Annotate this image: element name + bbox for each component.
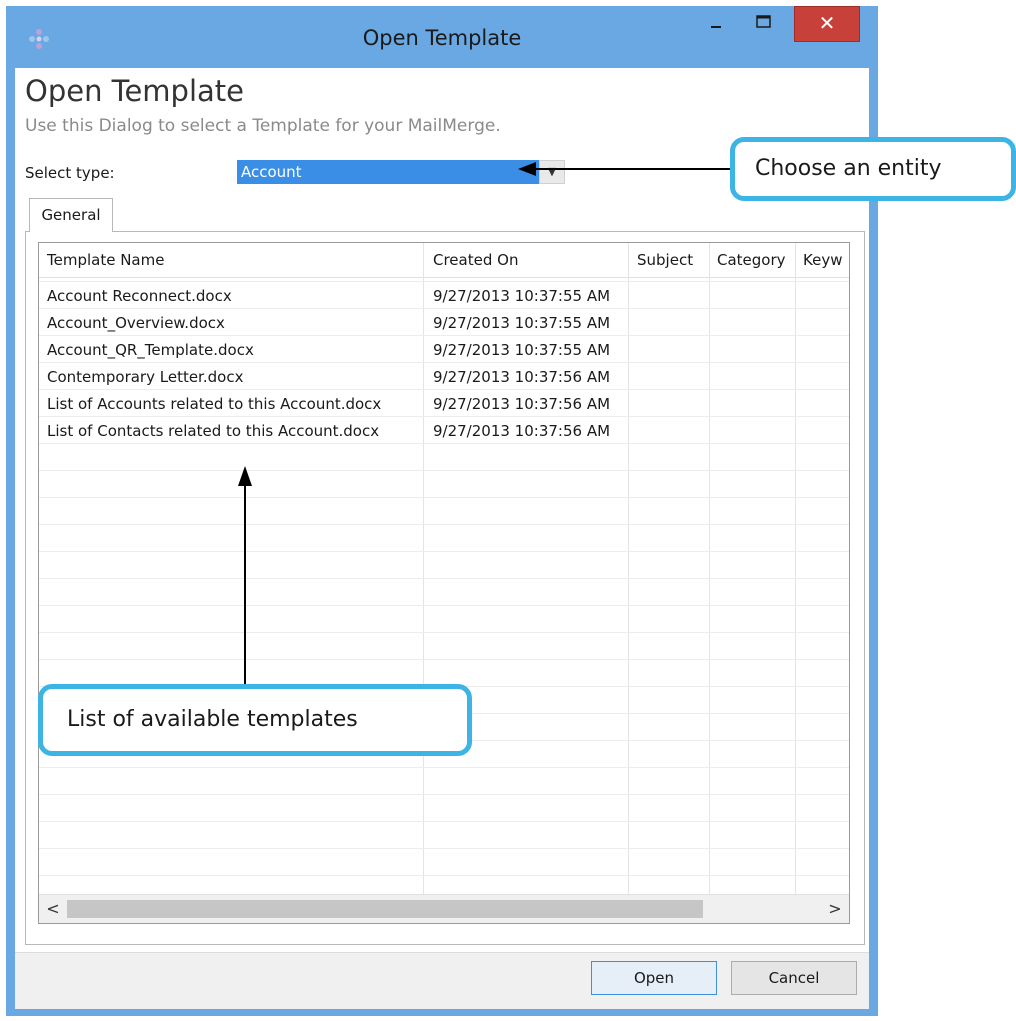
created-on-cell: 9/27/2013 10:37:55 AM xyxy=(433,287,611,305)
created-on-cell: 9/27/2013 10:37:56 AM xyxy=(433,395,611,413)
page-title: Open Template xyxy=(25,74,245,108)
title-bar[interactable]: Open Template ✕ xyxy=(6,6,878,68)
horizontal-scrollbar[interactable]: < > xyxy=(39,894,849,923)
tab-panel-general: Template Name Created On Subject Categor… xyxy=(25,231,865,945)
grid-header: Template Name Created On Subject Categor… xyxy=(39,243,849,278)
select-type-dropdown-button[interactable]: ▼ xyxy=(539,160,565,184)
row-gridline xyxy=(39,605,849,606)
table-row[interactable]: Account Reconnect.docx 9/27/2013 10:37:5… xyxy=(39,282,849,309)
row-gridline xyxy=(39,821,849,822)
select-type-combobox[interactable]: Account xyxy=(237,160,539,184)
template-name-cell: Account Reconnect.docx xyxy=(47,287,232,305)
table-row[interactable]: List of Contacts related to this Account… xyxy=(39,417,849,444)
column-header-keywords[interactable]: Keyw xyxy=(803,251,842,269)
scroll-left-icon[interactable]: < xyxy=(43,898,63,920)
table-row[interactable]: Account_Overview.docx 9/27/2013 10:37:55… xyxy=(39,309,849,336)
table-row[interactable]: Account_QR_Template.docx 9/27/2013 10:37… xyxy=(39,336,849,363)
column-header-category[interactable]: Category xyxy=(717,251,786,269)
row-gridline xyxy=(39,875,849,876)
close-button[interactable]: ✕ xyxy=(794,6,860,42)
created-on-cell: 9/27/2013 10:37:56 AM xyxy=(433,422,611,440)
column-header-template-name[interactable]: Template Name xyxy=(47,251,164,269)
minimize-icon xyxy=(711,26,721,28)
column-header-created-on[interactable]: Created On xyxy=(433,251,518,269)
minimize-button[interactable] xyxy=(694,6,738,42)
created-on-cell: 9/27/2013 10:37:56 AM xyxy=(433,368,611,386)
row-gridline xyxy=(39,794,849,795)
scroll-right-icon[interactable]: > xyxy=(825,898,845,920)
template-name-cell: Contemporary Letter.docx xyxy=(47,368,244,386)
row-gridline xyxy=(39,767,849,768)
column-header-subject[interactable]: Subject xyxy=(637,251,693,269)
table-row[interactable]: List of Accounts related to this Account… xyxy=(39,390,849,417)
table-row[interactable]: Contemporary Letter.docx 9/27/2013 10:37… xyxy=(39,363,849,390)
maximize-button[interactable] xyxy=(742,6,786,42)
template-name-cell: List of Accounts related to this Account… xyxy=(47,395,382,413)
template-name-cell: List of Contacts related to this Account… xyxy=(47,422,380,440)
row-gridline xyxy=(39,578,849,579)
templates-grid[interactable]: Template Name Created On Subject Categor… xyxy=(38,242,850,924)
close-icon: ✕ xyxy=(818,11,836,35)
open-button[interactable]: Open xyxy=(591,961,717,995)
select-type-label: Select type: xyxy=(25,164,115,182)
row-gridline xyxy=(39,470,849,471)
entity-callout: Choose an entity xyxy=(730,137,1016,201)
dialog-body: Open Template Use this Dialog to select … xyxy=(15,68,869,1009)
cancel-button[interactable]: Cancel xyxy=(731,961,857,995)
dialog-footer: Open Cancel xyxy=(15,952,869,1009)
chevron-down-icon: ▼ xyxy=(547,165,557,178)
page-subtitle: Use this Dialog to select a Template for… xyxy=(25,116,501,136)
created-on-cell: 9/27/2013 10:37:55 AM xyxy=(433,341,611,359)
list-callout: List of available templates xyxy=(38,684,472,756)
row-gridline xyxy=(39,632,849,633)
row-gridline xyxy=(39,659,849,660)
row-gridline xyxy=(39,524,849,525)
template-name-cell: Account_QR_Template.docx xyxy=(47,341,254,359)
scrollbar-thumb[interactable] xyxy=(67,900,703,918)
template-name-cell: Account_Overview.docx xyxy=(47,314,225,332)
row-gridline xyxy=(39,551,849,552)
row-gridline xyxy=(39,848,849,849)
row-gridline xyxy=(39,497,849,498)
tab-general[interactable]: General xyxy=(29,198,113,232)
select-type-value: Account xyxy=(241,163,302,181)
created-on-cell: 9/27/2013 10:37:55 AM xyxy=(433,314,611,332)
maximize-icon xyxy=(756,15,771,28)
